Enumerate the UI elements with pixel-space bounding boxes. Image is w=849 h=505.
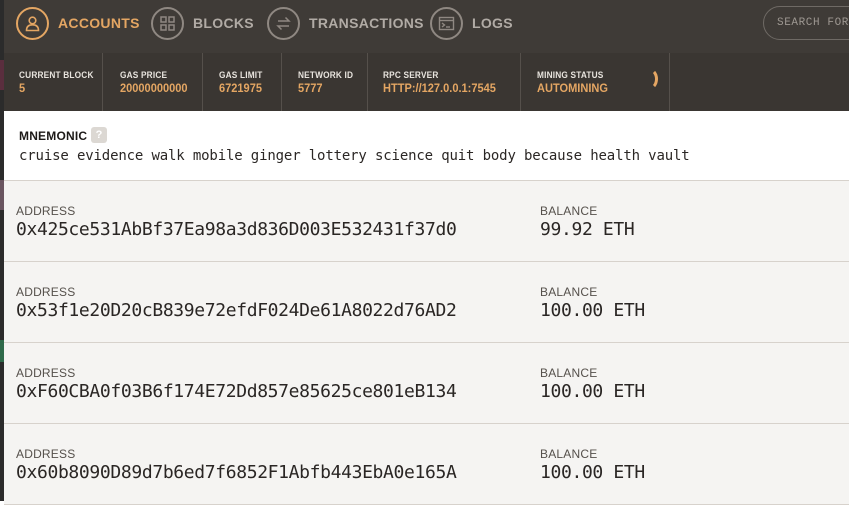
divider bbox=[202, 53, 203, 111]
swap-icon bbox=[267, 6, 300, 40]
tab-logs[interactable]: LOGS bbox=[430, 0, 513, 46]
address-label: ADDRESS bbox=[16, 204, 76, 218]
tab-accounts[interactable]: ACCOUNTS bbox=[16, 0, 140, 46]
tab-transactions[interactable]: TRANSACTIONS bbox=[267, 0, 424, 46]
network-id-value: 5777 bbox=[298, 81, 323, 95]
address-label: ADDRESS bbox=[16, 447, 76, 461]
mnemonic-words: cruise evidence walk mobile ginger lotte… bbox=[19, 148, 690, 164]
rpc-server-value: HTTP://127.0.0.1:7545 bbox=[383, 81, 496, 95]
mining-status-value: AUTOMINING bbox=[537, 81, 608, 95]
mnemonic-title: MNEMONIC bbox=[19, 129, 88, 143]
current-block-label: CURRENT BLOCK bbox=[19, 70, 94, 80]
account-address: 0x425ce531AbBf37Ea98a3d836D003E532431f37… bbox=[16, 219, 457, 240]
tab-label: LOGS bbox=[472, 15, 513, 31]
account-address: 0x53f1e20D20cB839e72efdF024De61A8022d76A… bbox=[16, 300, 457, 321]
divider bbox=[669, 53, 670, 111]
balance-label: BALANCE bbox=[540, 447, 598, 461]
account-address: 0x60b8090D89d7b6ed7f6852F1Abfb443EbA0e16… bbox=[16, 462, 457, 483]
gas-price-label: GAS PRICE bbox=[120, 70, 168, 80]
rpc-server-stat: RPC SERVER HTTP://127.0.0.1:7545 bbox=[368, 53, 520, 111]
gas-limit-label: GAS LIMIT bbox=[219, 70, 263, 80]
help-icon[interactable]: ? bbox=[91, 127, 107, 143]
rpc-server-label: RPC SERVER bbox=[383, 70, 439, 80]
balance-label: BALANCE bbox=[540, 204, 598, 218]
search-input[interactable] bbox=[763, 6, 849, 40]
address-label: ADDRESS bbox=[16, 366, 76, 380]
divider bbox=[281, 53, 282, 111]
user-icon bbox=[16, 6, 49, 40]
account-row[interactable]: ADDRESS 0x425ce531AbBf37Ea98a3d836D003E5… bbox=[4, 181, 849, 262]
top-nav: ACCOUNTS BLOCKS TRANSACTIONS LOGS bbox=[0, 0, 849, 53]
tab-label: ACCOUNTS bbox=[58, 15, 140, 31]
left-window-edge bbox=[0, 0, 4, 501]
network-id-label: NETWORK ID bbox=[298, 70, 354, 80]
balance-label: BALANCE bbox=[540, 366, 598, 380]
account-address: 0xF60CBA0f03B6f174E72Dd857e85625ce801eB1… bbox=[16, 381, 457, 402]
current-block-value: 5 bbox=[19, 81, 26, 95]
address-label: ADDRESS bbox=[16, 285, 76, 299]
terminal-icon bbox=[430, 6, 463, 40]
gas-price-stat: GAS PRICE 20000000000 bbox=[105, 53, 203, 111]
network-id-stat: NETWORK ID 5777 bbox=[283, 53, 368, 111]
accounts-list: ADDRESS 0x425ce531AbBf37Ea98a3d836D003E5… bbox=[4, 181, 849, 505]
account-balance: 100.00 ETH bbox=[540, 462, 645, 483]
divider bbox=[102, 53, 103, 111]
divider bbox=[520, 53, 521, 111]
tab-label: BLOCKS bbox=[193, 15, 254, 31]
status-bar: CURRENT BLOCK 5 GAS PRICE 20000000000 GA… bbox=[4, 53, 849, 111]
account-balance: 99.92 ETH bbox=[540, 219, 635, 240]
account-row[interactable]: ADDRESS 0x53f1e20D20cB839e72efdF024De61A… bbox=[4, 262, 849, 343]
account-row[interactable]: ADDRESS 0x60b8090D89d7b6ed7f6852F1Abfb44… bbox=[4, 424, 849, 505]
grid-icon bbox=[151, 6, 184, 40]
balance-label: BALANCE bbox=[540, 285, 598, 299]
mnemonic-section: MNEMONIC ? cruise evidence walk mobile g… bbox=[4, 111, 849, 181]
account-balance: 100.00 ETH bbox=[540, 300, 645, 321]
tab-label: TRANSACTIONS bbox=[309, 15, 424, 31]
mining-spinner-icon bbox=[640, 68, 658, 90]
account-row[interactable]: ADDRESS 0xF60CBA0f03B6f174E72Dd857e85625… bbox=[4, 343, 849, 424]
gas-limit-value: 6721975 bbox=[219, 81, 262, 95]
gas-limit-stat: GAS LIMIT 6721975 bbox=[204, 53, 282, 111]
gas-price-value: 20000000000 bbox=[120, 81, 188, 95]
current-block-stat: CURRENT BLOCK 5 bbox=[4, 53, 102, 111]
account-balance: 100.00 ETH bbox=[540, 381, 645, 402]
tab-blocks[interactable]: BLOCKS bbox=[151, 0, 254, 46]
mining-status-label: MINING STATUS bbox=[537, 70, 604, 80]
